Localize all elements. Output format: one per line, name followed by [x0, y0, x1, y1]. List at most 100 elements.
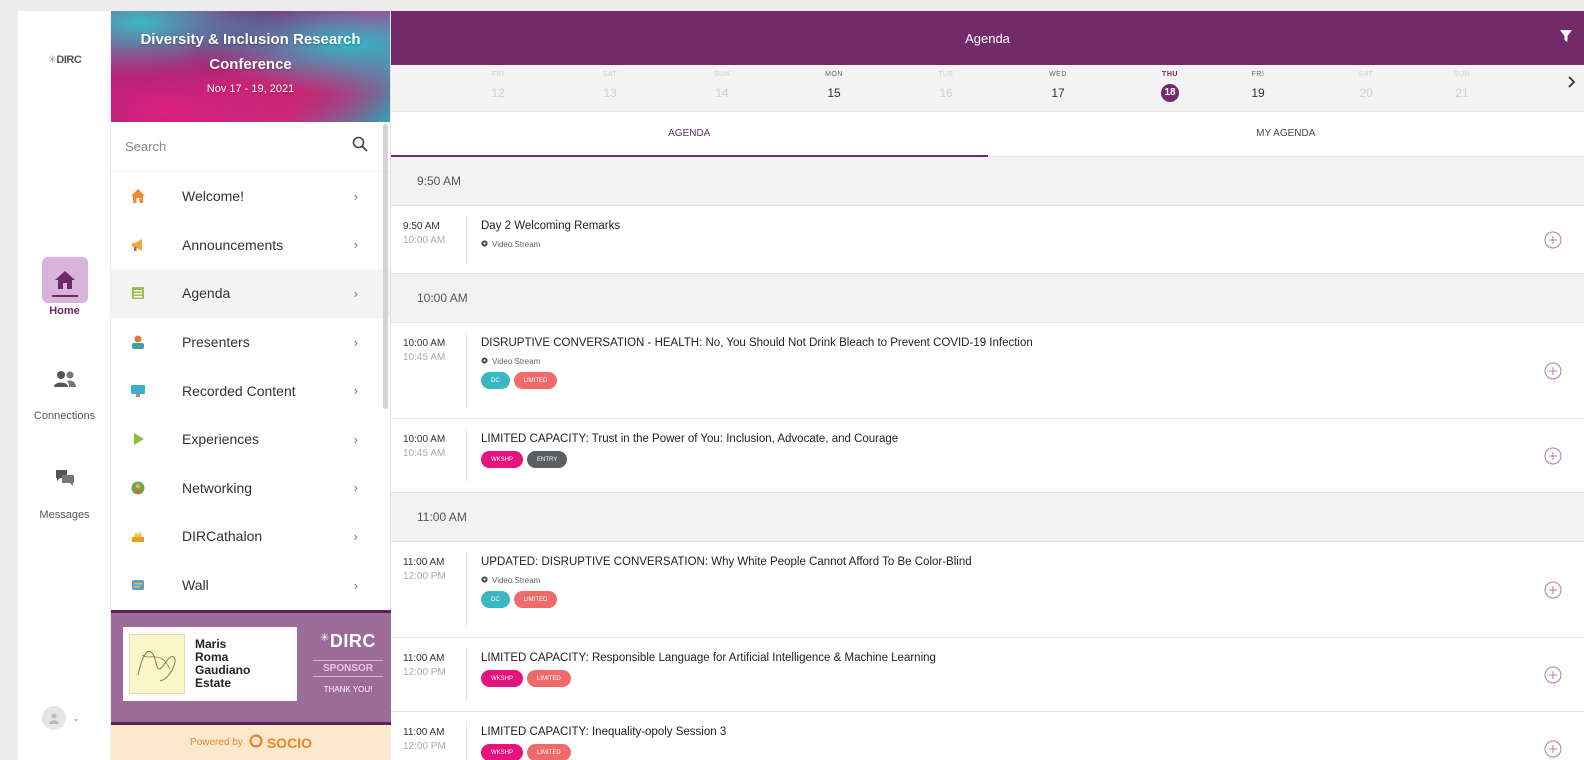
day-thu-18[interactable]: THU 18: [1150, 71, 1190, 102]
day-mon-15[interactable]: MON 15: [814, 71, 854, 102]
active-indicator: [51, 295, 78, 297]
add-to-agenda-icon[interactable]: [1544, 740, 1562, 758]
day-name: SAT: [602, 71, 618, 78]
rail-connections-label: Connections: [33, 410, 96, 422]
menu-item-agenda[interactable]: Agenda ›: [111, 269, 390, 318]
day-date: 13: [603, 86, 617, 100]
rail-home[interactable]: Home: [18, 257, 111, 317]
day-name: SUN: [713, 71, 731, 78]
tab-my-agenda[interactable]: MY AGENDA: [988, 112, 1584, 156]
menu-scrollbar[interactable]: [383, 124, 388, 409]
menu-item-recorded-content[interactable]: Recorded Content ›: [111, 366, 390, 415]
time-slot-header: 9:50 AM: [391, 157, 1584, 206]
day-date: 20: [1359, 86, 1373, 100]
search-input[interactable]: [125, 139, 352, 154]
sponsor-label-block: ✳DIRC SPONSOR THANK YOU!: [313, 631, 383, 694]
add-to-agenda-icon[interactable]: [1544, 362, 1562, 380]
avatar: [42, 706, 66, 730]
day-date: 16: [939, 86, 953, 100]
sponsor-name: Maris Roma Gaudiano Estate: [195, 637, 251, 690]
session-tag: LIMITED: [527, 744, 571, 760]
menu-item-dircathalon[interactable]: DIRCathalon ›: [111, 512, 390, 561]
menu-item-welcome[interactable]: Welcome! ›: [111, 172, 390, 221]
tab-agenda[interactable]: AGENDA: [391, 112, 988, 157]
add-to-agenda-icon[interactable]: [1544, 581, 1562, 599]
event-title: Diversity & Inclusion Research Conferenc…: [140, 31, 361, 73]
chevron-right-icon: ›: [353, 480, 358, 496]
sponsor-brand: ✳DIRC: [320, 631, 376, 651]
session-title[interactable]: LIMITED CAPACITY: Trust in the Power of …: [481, 433, 1584, 445]
session-title[interactable]: UPDATED: DISRUPTIVE CONVERSATION: Why Wh…: [481, 556, 1584, 568]
chevron-right-icon: ›: [353, 383, 358, 399]
session-tags: DC LIMITED: [481, 372, 1584, 389]
filter-icon[interactable]: [1560, 29, 1572, 47]
search-bar: [111, 122, 390, 172]
session-times: 11:00 AM 12:00 PM: [391, 638, 466, 711]
monitor-icon: [129, 382, 147, 400]
chevron-right-icon: ›: [353, 334, 358, 350]
session-tags: WKSHP ENTRY: [481, 451, 1584, 468]
rail-home-label: Home: [49, 305, 80, 317]
add-to-agenda-icon[interactable]: [1544, 447, 1562, 465]
chevron-right-icon: ›: [353, 188, 358, 204]
add-to-agenda-icon[interactable]: [1544, 231, 1562, 249]
menu-item-label: Networking: [182, 479, 253, 496]
calendar-list-icon: [129, 284, 147, 302]
menu-item-presenters[interactable]: Presenters ›: [111, 318, 390, 367]
session-row[interactable]: 9:50 AM 10:00 AM Day 2 Welcoming Remarks Vi…: [391, 206, 1584, 274]
app-logo: ✳DIRC: [47, 54, 82, 66]
session-start-time: 10:00 AM: [403, 434, 446, 445]
day-fri-19[interactable]: FRI 19: [1238, 71, 1278, 102]
menu-item-networking[interactable]: Networking ›: [111, 464, 390, 513]
sponsor-thanks: THANK YOU!: [323, 685, 373, 694]
session-title[interactable]: DISRUPTIVE CONVERSATION - HEALTH: No, Yo…: [481, 337, 1584, 349]
session-location: Video Stream: [481, 240, 1584, 249]
rail-messages-label: Messages: [39, 509, 90, 521]
menu-list: Welcome! › Announcements › Agenda › Presenters…: [111, 172, 390, 609]
sponsor-card: Maris Roma Gaudiano Estate: [123, 627, 297, 701]
sponsor-banner[interactable]: Maris Roma Gaudiano Estate ✳DIRC SPONSOR…: [111, 610, 391, 722]
menu-item-label: Announcements: [182, 236, 284, 253]
icon-rail: ✳DIRC Home Connections Messages ⌄: [18, 11, 111, 760]
session-location: Video Stream: [481, 576, 1584, 585]
search-icon[interactable]: [352, 136, 368, 157]
user-menu[interactable]: ⌄: [42, 706, 80, 730]
session-times: 10:00 AM 10:45 AM: [391, 419, 466, 492]
session-row[interactable]: 10:00 AM 10:45 AM LIMITED CAPACITY: Trust …: [391, 419, 1584, 493]
session-tag: LIMITED: [513, 591, 558, 608]
rail-connections[interactable]: Connections: [18, 356, 111, 422]
chevron-right-icon: ›: [353, 577, 358, 593]
session-row[interactable]: 10:00 AM 10:45 AM DISRUPTIVE CONVERSATION …: [391, 323, 1584, 419]
session-title[interactable]: Day 2 Welcoming Remarks: [481, 220, 1584, 232]
menu-item-wall[interactable]: Wall ›: [111, 561, 390, 610]
day-wed-17[interactable]: WED 17: [1038, 71, 1078, 102]
time-slot-header: 11:00 AM: [391, 493, 1584, 542]
session-body: LIMITED CAPACITY: Inequality-opoly Sessi…: [467, 712, 1584, 760]
session-row[interactable]: 11:00 AM 12:00 PM LIMITED CAPACITY: Respon…: [391, 638, 1584, 712]
session-row[interactable]: 11:00 AM 12:00 PM UPDATED: DISRUPTIVE CONV…: [391, 542, 1584, 638]
schedule-list: 9:50 AM 9:50 AM 10:00 AM Day 2 Welcoming Re…: [391, 157, 1584, 760]
session-row[interactable]: 11:00 AM 12:00 PM LIMITED CAPACITY: Inequa…: [391, 712, 1584, 760]
menu-item-announcements[interactable]: Announcements ›: [111, 221, 390, 270]
session-location-label: Video Stream: [492, 357, 541, 366]
session-body: UPDATED: DISRUPTIVE CONVERSATION: Why Wh…: [467, 542, 1584, 637]
add-to-agenda-icon[interactable]: [1544, 666, 1562, 684]
session-tag: WKSHP: [481, 670, 524, 687]
powered-by-footer[interactable]: Powered by SOCIO: [111, 722, 391, 760]
day-name: MON: [825, 71, 843, 78]
socio-brand: SOCIO: [266, 734, 312, 751]
chat-bubbles-icon: [42, 455, 88, 501]
session-body: Day 2 Welcoming Remarks Video Stream: [467, 206, 1584, 273]
agenda-panel: Agenda FRI 12 SAT 13 SUN 14 MON 15 TUE 16 WED 17 THU…: [391, 11, 1584, 760]
session-title[interactable]: LIMITED CAPACITY: Inequality-opoly Sessi…: [481, 726, 1584, 738]
trophy-icon: [129, 527, 147, 545]
session-body: DISRUPTIVE CONVERSATION - HEALTH: No, Yo…: [467, 323, 1584, 418]
session-start-time: 10:00 AM: [403, 338, 446, 349]
session-tag: LIMITED: [513, 372, 558, 389]
session-end-time: 10:00 AM: [403, 235, 446, 246]
rail-messages[interactable]: Messages: [18, 455, 111, 521]
session-title[interactable]: LIMITED CAPACITY: Responsible Language f…: [481, 652, 1584, 664]
chevron-right-icon[interactable]: [1568, 75, 1576, 91]
session-start-time: 11:00 AM: [403, 727, 445, 738]
menu-item-experiences[interactable]: Experiences ›: [111, 415, 390, 464]
